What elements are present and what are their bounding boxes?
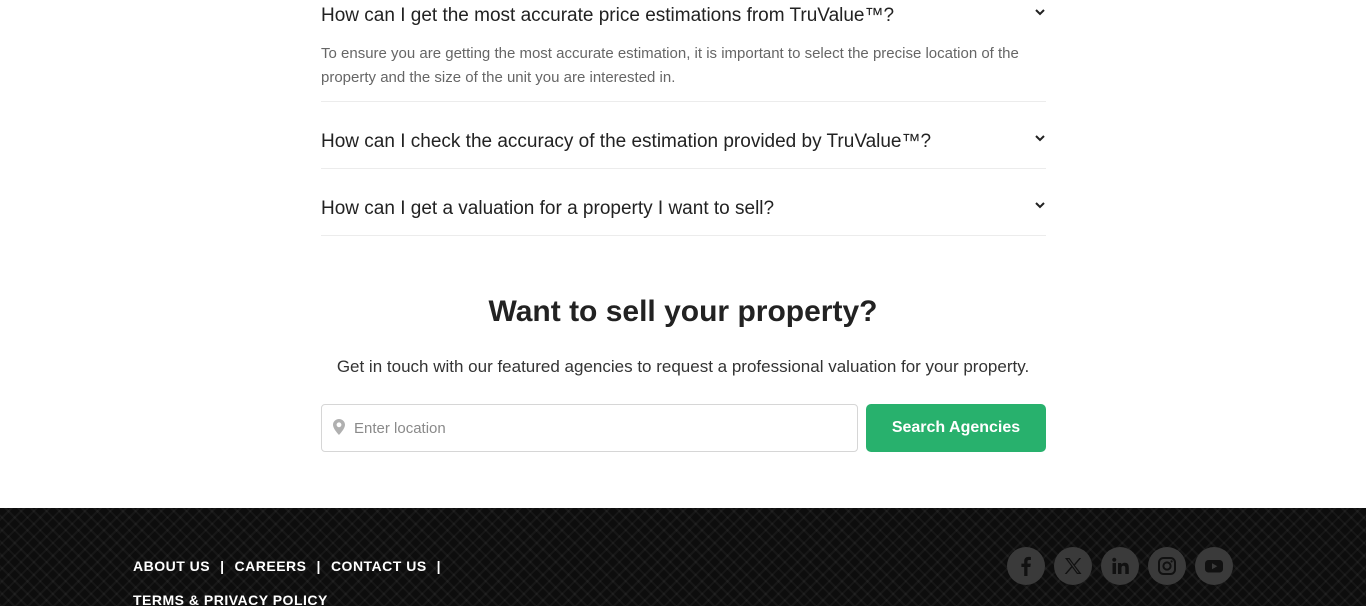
footer-link-careers[interactable]: CAREERS (235, 558, 307, 574)
linkedin-icon[interactable] (1101, 547, 1139, 585)
footer: ABOUT US | CAREERS | CONTACT US | TERMS & PRI… (0, 508, 1366, 606)
faq-question[interactable]: How can I get a valuation for a property… (321, 197, 1046, 221)
location-input[interactable] (354, 405, 844, 451)
instagram-icon[interactable] (1148, 547, 1186, 585)
faq-item[interactable]: How can I get the most accurate price es… (321, 0, 1046, 102)
chevron-down-icon[interactable] (1034, 6, 1046, 18)
search-agencies-button[interactable]: Search Agencies (866, 404, 1046, 452)
page: How can I get the most accurate price es… (0, 0, 1366, 606)
map-pin-icon (333, 419, 345, 435)
faq-accordion: How can I get the most accurate price es… (321, 0, 1046, 236)
youtube-icon[interactable] (1195, 547, 1233, 585)
footer-link-contact-us[interactable]: CONTACT US (331, 558, 427, 574)
location-search-box[interactable] (321, 404, 858, 452)
footer-link-terms-privacy[interactable]: TERMS & PRIVACY POLICY (133, 592, 328, 606)
chevron-down-icon[interactable] (1034, 132, 1046, 144)
footer-separator: | (316, 558, 321, 574)
x-twitter-icon[interactable] (1054, 547, 1092, 585)
footer-links: ABOUT US | CAREERS | CONTACT US | TERMS & PRI… (133, 557, 493, 606)
footer-separator: | (220, 558, 225, 574)
faq-question[interactable]: How can I check the accuracy of the esti… (321, 130, 1046, 154)
faq-item[interactable]: How can I get a valuation for a property… (321, 169, 1046, 236)
sell-section-title: Want to sell your property? (488, 295, 878, 328)
chevron-down-icon[interactable] (1034, 199, 1046, 211)
footer-link-about-us[interactable]: ABOUT US (133, 558, 210, 574)
footer-separator: | (436, 558, 442, 574)
faq-answer: To ensure you are getting the most accur… (321, 45, 1019, 86)
sell-section-subtitle: Get in touch with our featured agencies … (336, 357, 1030, 376)
faq-question[interactable]: How can I get the most accurate price es… (321, 4, 1046, 28)
faq-item[interactable]: How can I check the accuracy of the esti… (321, 102, 1046, 169)
facebook-icon[interactable] (1007, 547, 1045, 585)
